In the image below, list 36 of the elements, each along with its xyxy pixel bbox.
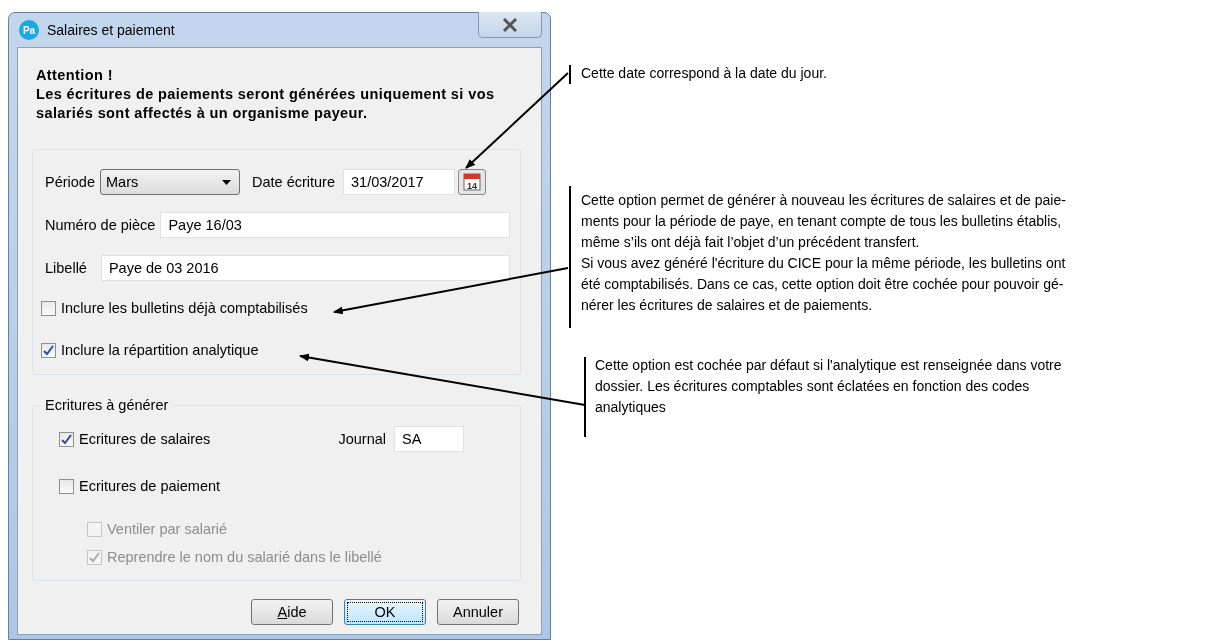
- calendar-button[interactable]: 14: [458, 169, 486, 195]
- ok-button[interactable]: OK: [344, 599, 426, 625]
- cancel-button[interactable]: Annuler: [437, 599, 519, 625]
- period-dropdown[interactable]: Mars: [100, 169, 240, 195]
- app-logo: Pa: [19, 20, 39, 40]
- checkbox-label: Ecritures de paiement: [79, 478, 221, 494]
- annotation-text: Cette option est cochée par défaut si l'analytique est renseignée dans votre dossier. Les écritures comptables sont éclatées en fonction des codes analytiques: [595, 356, 1062, 417]
- checkbox[interactable]: [41, 342, 56, 358]
- warning-message: Les écritures de paiements seront générées uniquement si vos salariés sont affectés à un organisme payeur.: [36, 85, 496, 123]
- help-button[interactable]: Aide: [251, 599, 333, 625]
- annotation-text: Cette option permet de générer à nouveau les écritures de salaires et de paie- ments pour la période de paye, en tenant compte de tous les bulletins établis, même s’ils ont déjà fait l’objet d’un précédent transfert. Si vous avez généré l'écriture du CICE pour la même période, les bulletins ont été comptabilisés. Dans ce cas, cette option doit être cochée pour pouvoir gé- nérer les écritures de salaires et de paiements.: [581, 191, 1066, 315]
- checkbox-label: Reprendre le nom du salarié dans le libellé: [107, 549, 382, 565]
- date-field[interactable]: 31/03/2017: [343, 169, 455, 195]
- checkbox[interactable]: [41, 300, 56, 316]
- field-label: Journal: [338, 431, 386, 447]
- caret-icon: [222, 179, 231, 185]
- close-icon: [502, 17, 518, 32]
- window-title: Salaires et paiement: [47, 22, 175, 38]
- checkbox-label: Inclure la répartition analytique: [61, 342, 259, 358]
- description-field[interactable]: Paye de 03 2016: [100, 255, 510, 281]
- checkbox[interactable]: [59, 431, 74, 447]
- checkbox-label: Inclure les bulletins déjà comptabilisés: [61, 300, 308, 316]
- field-label: Date écriture: [252, 174, 335, 190]
- checkbox-label: Ecritures de salaires: [79, 431, 211, 447]
- close-button[interactable]: [478, 12, 542, 38]
- field-label: Période: [45, 174, 95, 190]
- group-title: Ecritures à générer: [41, 397, 173, 413]
- checkbox-label: Ventiler par salarié: [107, 521, 228, 537]
- calendar-icon: 14: [463, 173, 481, 191]
- field-label: Libellé: [45, 260, 87, 276]
- checkbox[interactable]: [59, 478, 74, 494]
- field-label: Numéro de pièce: [45, 217, 156, 233]
- annotation-text: Cette date correspond à la date du jour.: [581, 64, 827, 83]
- warning-heading: Attention !: [36, 66, 114, 85]
- journal-field[interactable]: SA: [394, 426, 464, 452]
- document-number-field[interactable]: Paye 16/03: [160, 212, 510, 238]
